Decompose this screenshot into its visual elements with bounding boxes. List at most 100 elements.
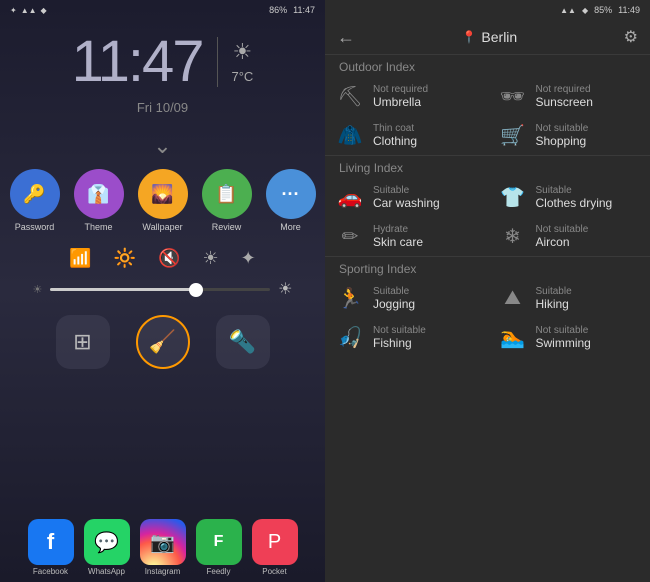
jogging-status: Suitable	[373, 286, 415, 297]
sporting-section-title: Sporting Index	[325, 256, 650, 279]
fishing-status: Not suitable	[373, 325, 426, 336]
facebook-icon: f	[47, 529, 54, 555]
time-divider	[217, 37, 218, 87]
app-wallpaper-label: Wallpaper	[142, 222, 182, 232]
shopping-item: 🛒 Not suitable Shopping	[488, 116, 650, 155]
dock-feedly[interactable]: F Feedly	[196, 519, 242, 576]
aircon-status: Not suitable	[536, 224, 589, 235]
skincare-label: Skin care	[373, 235, 423, 249]
location-display: 📍 Berlin	[461, 29, 517, 45]
shopping-label: Shopping	[536, 134, 589, 148]
dock-instagram[interactable]: 📷 Instagram	[140, 519, 186, 576]
app-wallpaper[interactable]: 🌄 Wallpaper	[138, 169, 188, 232]
broom-button[interactable]: 🧹	[136, 315, 190, 369]
dock-pocket[interactable]: P Pocket	[252, 519, 298, 576]
wifi-toggle[interactable]: 📶	[69, 248, 91, 269]
app-more[interactable]: ··· More	[266, 169, 316, 232]
flashlight-icon: 🔦	[229, 329, 256, 355]
jogging-label: Jogging	[373, 297, 415, 311]
right-panel: ▲▲ ◆ 85% 11:49 ← 📍 Berlin ⚙ Outdoor Inde…	[325, 0, 650, 582]
fishing-item: 🎣 Not suitable Fishing	[325, 318, 488, 357]
volume-toggle[interactable]: 🔇	[158, 248, 180, 269]
skincare-icon: ✏	[335, 224, 365, 249]
jogging-item: 🏃 Suitable Jogging	[325, 279, 488, 318]
app-review-label: Review	[212, 222, 242, 232]
dock-whatsapp-label: WhatsApp	[88, 567, 125, 576]
dock-facebook-label: Facebook	[33, 567, 68, 576]
sporting-grid: 🏃 Suitable Jogging ⛰ Suitable Hiking 🎣 N…	[325, 279, 650, 357]
bluetooth-toggle[interactable]: ✦	[241, 248, 256, 269]
clothes-drying-icon: 👕	[498, 185, 528, 210]
bottom-shortcuts: ⊞ 🧹 🔦	[56, 315, 270, 369]
signal-icon-right: ▲▲	[560, 6, 576, 15]
aircon-label: Aircon	[536, 235, 589, 249]
date-display: Fri 10/09	[137, 99, 188, 117]
shopping-icon: 🛒	[498, 123, 528, 148]
app-password[interactable]: 🔑 Password	[10, 169, 60, 232]
hiking-label: Hiking	[536, 297, 572, 311]
swimming-label: Swimming	[536, 336, 591, 350]
app-password-label: Password	[15, 222, 55, 232]
calculator-icon: ⊞	[73, 329, 91, 355]
dock-whatsapp[interactable]: 💬 WhatsApp	[84, 519, 130, 576]
temperature-display: 7°C	[232, 69, 254, 84]
app-dock: f Facebook 💬 WhatsApp 📷 Instagram F Feed…	[28, 519, 298, 576]
skincare-item: ✏ Hydrate Skin care	[325, 217, 488, 256]
brightness-low-icon: ☀	[33, 283, 43, 296]
screen-toggle[interactable]: 🔆	[114, 248, 136, 269]
sunscreen-item: 🕶 Not required Sunscreen	[488, 77, 650, 116]
settings-button[interactable]: ⚙	[624, 27, 638, 47]
clothes-drying-status: Suitable	[536, 185, 613, 196]
back-button[interactable]: ←	[337, 27, 355, 48]
carwash-label: Car washing	[373, 196, 440, 210]
brightness-icon-qs[interactable]: ☀	[203, 248, 219, 269]
clock-display: 11:47	[72, 28, 203, 95]
clothes-drying-item: 👕 Suitable Clothes drying	[488, 178, 650, 217]
app-theme[interactable]: 👔 Theme	[74, 169, 124, 232]
dock-pocket-label: Pocket	[262, 567, 286, 576]
signal-icon: ▲▲	[21, 6, 37, 15]
carwash-icon: 🚗	[335, 185, 365, 210]
weather-sun-icon: ☀	[233, 39, 253, 65]
hiking-status: Suitable	[536, 286, 572, 297]
battery-level-left: 86%	[269, 5, 287, 15]
living-section-title: Living Index	[325, 155, 650, 178]
dock-facebook[interactable]: f Facebook	[28, 519, 74, 576]
bluetooth-status-icon: ✦	[10, 6, 17, 15]
brightness-thumb[interactable]	[189, 283, 203, 297]
dock-instagram-label: Instagram	[145, 567, 181, 576]
clock-right: 11:49	[618, 5, 640, 15]
jogging-icon: 🏃	[335, 286, 365, 311]
clothing-status: Thin coat	[373, 123, 417, 134]
swimming-item: 🏊 Not suitable Swimming	[488, 318, 650, 357]
living-grid: 🚗 Suitable Car washing 👕 Suitable Clothe…	[325, 178, 650, 256]
brightness-slider[interactable]	[50, 288, 270, 291]
whatsapp-icon: 💬	[94, 530, 119, 555]
carwash-item: 🚗 Suitable Car washing	[325, 178, 488, 217]
aircon-icon: ❄	[498, 224, 528, 249]
umbrella-label: Umbrella	[373, 95, 428, 109]
fishing-icon: 🎣	[335, 325, 365, 350]
brightness-row: ☀ ☀	[33, 279, 293, 299]
fishing-label: Fishing	[373, 336, 426, 350]
feedly-icon: F	[214, 533, 224, 551]
shopping-status: Not suitable	[536, 123, 589, 134]
location-name: Berlin	[481, 29, 517, 45]
app-theme-label: Theme	[84, 222, 112, 232]
swimming-icon: 🏊	[498, 325, 528, 350]
flashlight-button[interactable]: 🔦	[216, 315, 270, 369]
app-review[interactable]: 📋 Review	[202, 169, 252, 232]
clock-status-left: 11:47	[293, 5, 315, 15]
time-weather-row: 11:47 ☀ 7°C	[0, 28, 325, 95]
broom-icon: 🧹	[149, 329, 176, 355]
sunscreen-icon: 🕶	[498, 84, 528, 109]
brightness-high-icon: ☀	[278, 279, 292, 299]
expand-chevron[interactable]: ⌄	[153, 133, 171, 159]
calculator-button[interactable]: ⊞	[56, 315, 110, 369]
battery-right: 85%	[594, 5, 612, 15]
umbrella-item: ⛏ Not required Umbrella	[325, 77, 488, 116]
carwash-status: Suitable	[373, 185, 440, 196]
app-shortcuts: 🔑 Password 👔 Theme 🌄 Wallpaper 📋 Review	[10, 169, 316, 232]
instagram-icon: 📷	[150, 530, 175, 555]
wifi-status-icon: ◆	[41, 6, 47, 15]
